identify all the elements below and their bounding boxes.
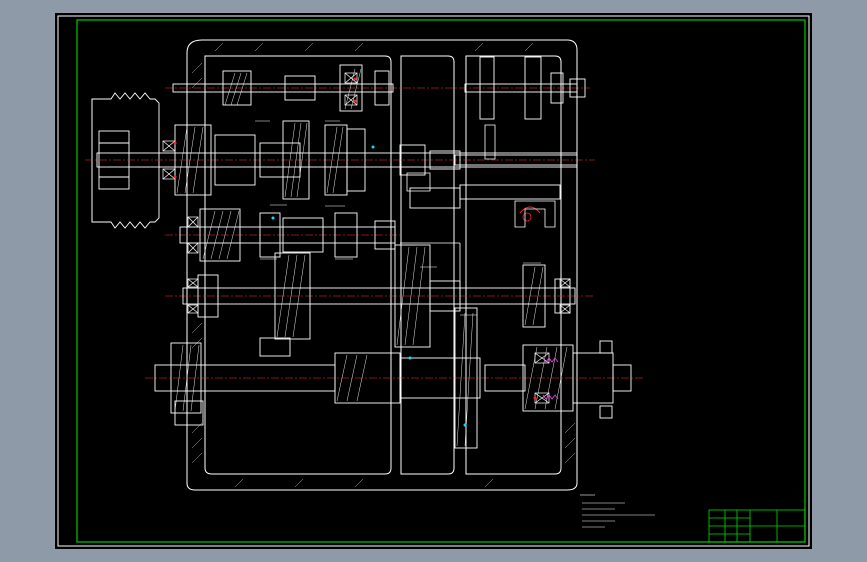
gearbox-assembly-drawing[interactable] xyxy=(55,13,812,549)
cad-accent-marks xyxy=(173,77,559,427)
shift-fork xyxy=(400,124,556,303)
technical-notes xyxy=(580,494,655,528)
gear-hatching xyxy=(174,68,568,447)
cad-viewport[interactable] xyxy=(0,0,867,562)
shaft-3 xyxy=(179,184,561,262)
housing-wall-hatching xyxy=(191,42,576,488)
v-belt-pulley xyxy=(91,92,160,229)
title-block xyxy=(708,509,806,543)
drawing-sheet[interactable] xyxy=(55,13,812,549)
gearbox-housing xyxy=(186,39,578,491)
